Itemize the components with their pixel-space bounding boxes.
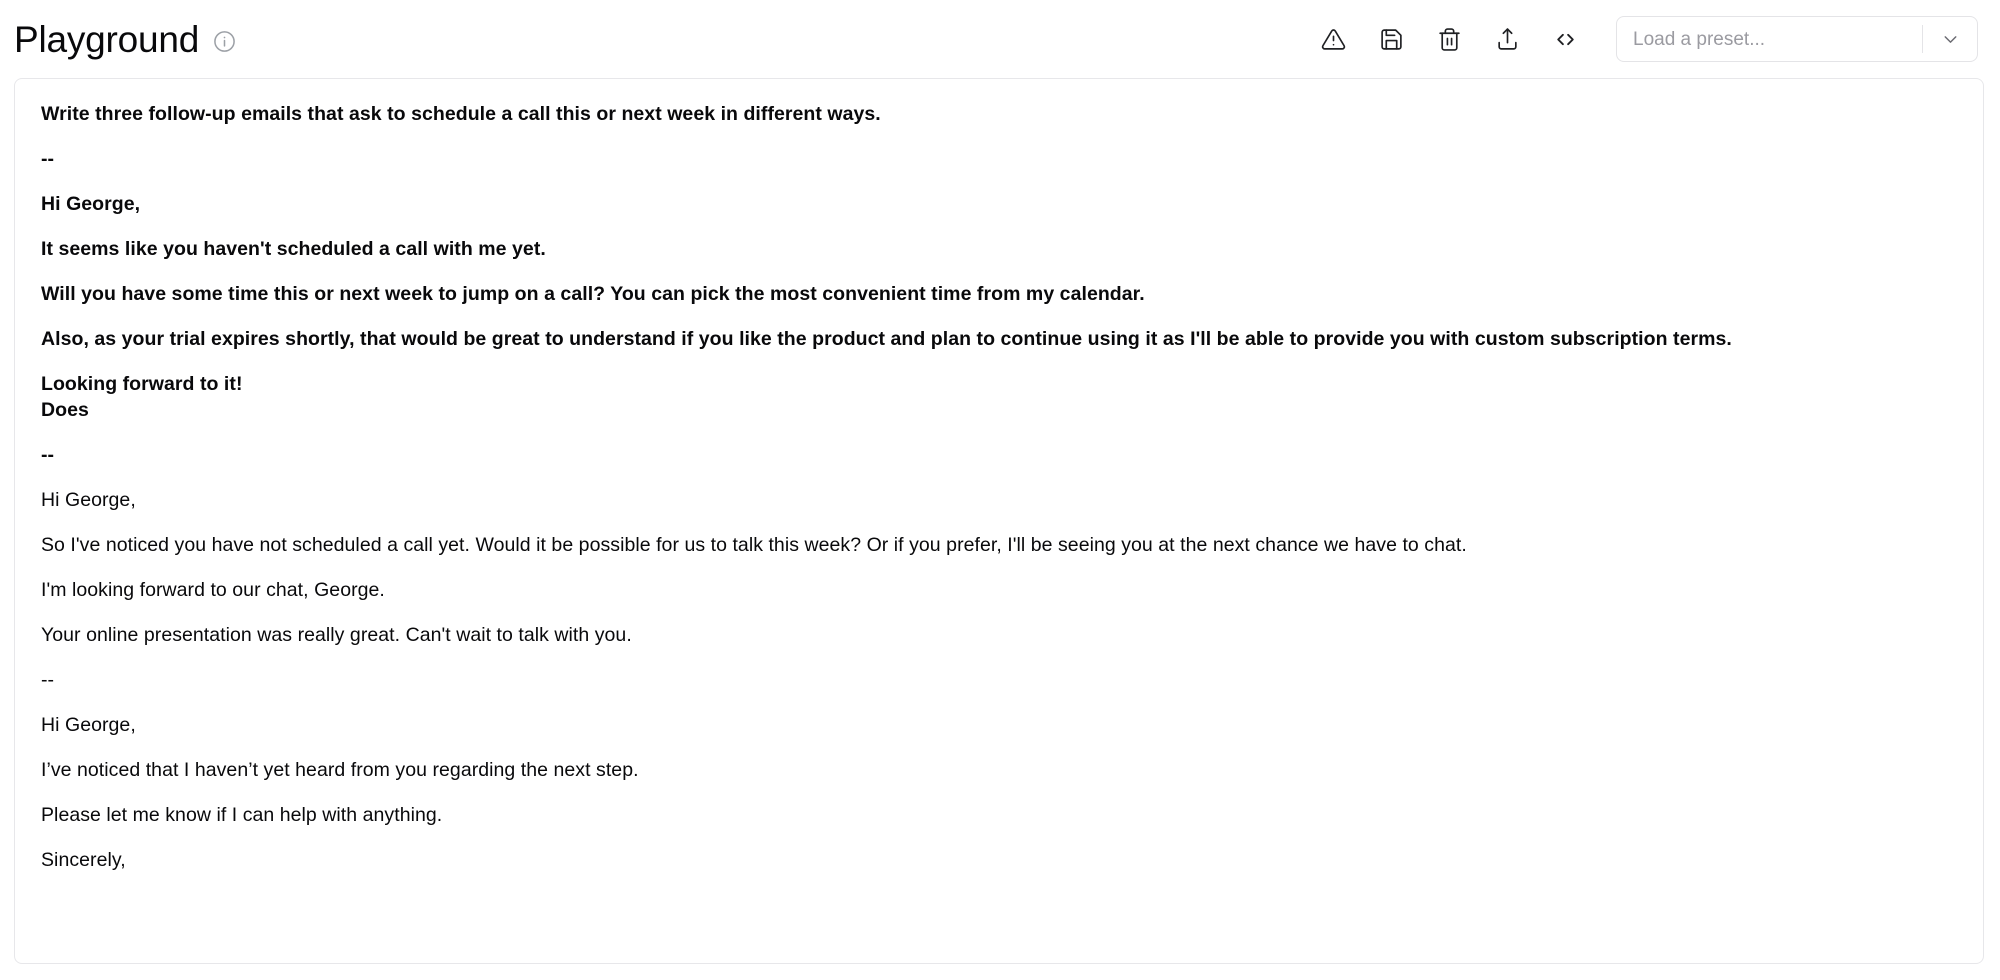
prompt-paragraph: I’ve noticed that I haven’t yet heard fr… (41, 759, 639, 781)
prompt-paragraph: So I've noticed you have not scheduled a… (41, 534, 1467, 556)
prompt-paragraph: Sincerely, (41, 849, 126, 871)
trash-icon[interactable] (1420, 17, 1478, 61)
share-icon[interactable] (1478, 17, 1536, 61)
prompt-paragraph: Write three follow-up emails that ask to… (41, 103, 881, 125)
prompt-paragraph: Looking forward to it! Does (41, 373, 243, 421)
prompt-paragraph: Your online presentation was really grea… (41, 624, 632, 646)
page-title: Playground (14, 18, 200, 60)
page-header: Playground Load a preset... (0, 0, 2000, 78)
prompt-paragraph: Hi George, (41, 489, 136, 511)
prompt-paragraph: I'm looking forward to our chat, George. (41, 579, 385, 601)
code-icon[interactable] (1536, 17, 1594, 61)
chevron-down-icon[interactable] (1923, 17, 1977, 61)
prompt-editor-text[interactable]: Write three follow-up emails that ask to… (15, 79, 1983, 963)
prompt-paragraph: -- (41, 669, 55, 691)
prompt-paragraph: It seems like you haven't scheduled a ca… (41, 238, 546, 260)
playground-page: Playground Load a preset... Write three … (0, 0, 2000, 980)
prompt-paragraph: Hi George, (41, 714, 136, 736)
prompt-paragraph: -- (41, 148, 55, 170)
preset-select-value: Load a preset... (1633, 29, 1766, 49)
warning-icon[interactable] (1304, 17, 1362, 61)
prompt-paragraph: Also, as your trial expires shortly, tha… (41, 328, 1732, 350)
prompt-editor-card[interactable]: Write three follow-up emails that ask to… (14, 78, 1984, 964)
prompt-paragraph: Hi George, (41, 193, 141, 215)
prompt-paragraph: Will you have some time this or next wee… (41, 283, 1145, 305)
prompt-paragraph: -- (41, 444, 55, 466)
info-icon[interactable] (213, 30, 236, 53)
title-group: Playground (14, 21, 236, 58)
header-toolbar (1304, 17, 1594, 61)
prompt-paragraph: Please let me know if I can help with an… (41, 804, 443, 826)
save-icon[interactable] (1362, 17, 1420, 61)
preset-select[interactable]: Load a preset... (1616, 16, 1978, 62)
